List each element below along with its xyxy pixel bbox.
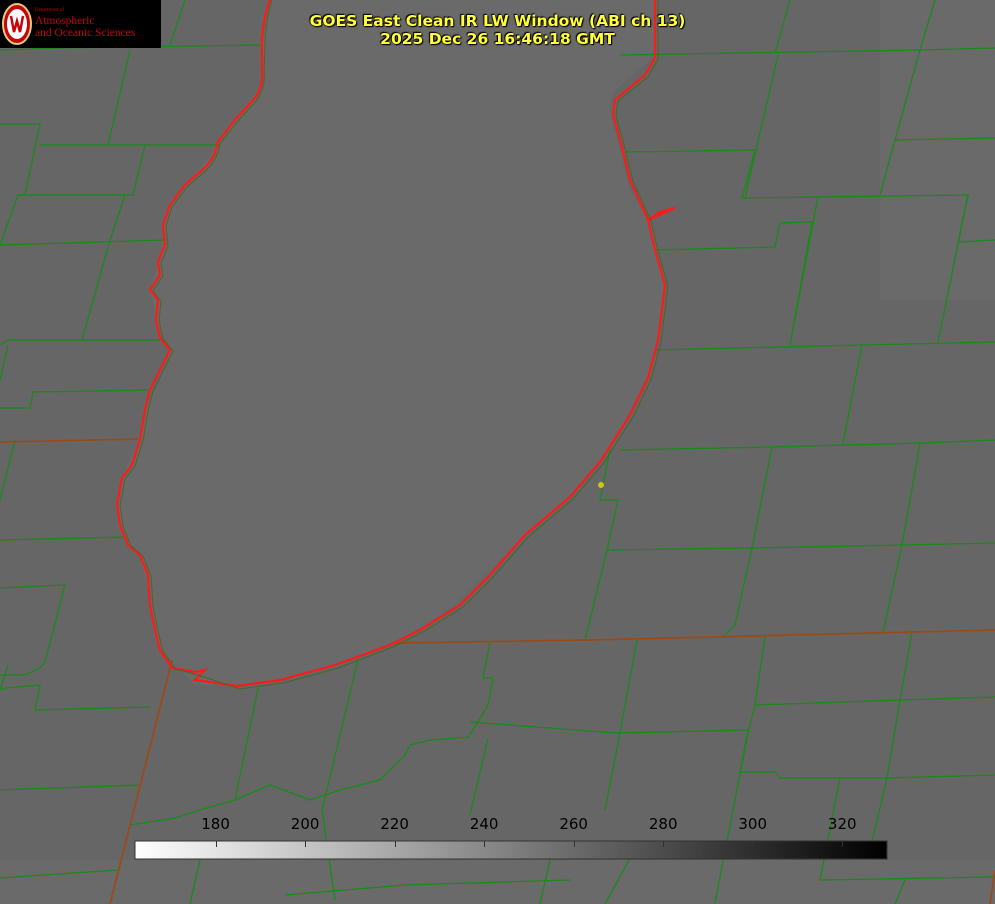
colorbar-tick-mark (574, 841, 575, 847)
colorbar-tick-mark (663, 841, 664, 847)
image-title: GOES East Clean IR LW Window (ABI ch 13) (309, 12, 686, 30)
colorbar-tick-label: 260 (559, 815, 588, 833)
colorbar-tick-mark (216, 841, 217, 847)
colorbar-tick-label: 300 (738, 815, 768, 833)
satellite-map (0, 0, 995, 904)
colorbar-tick-label: 180 (201, 815, 230, 833)
colorbar-tick-mark (395, 841, 396, 847)
colorbar-tick-mark (305, 841, 306, 847)
colorbar-tick-label: 220 (380, 815, 409, 833)
colorbar-tick-label: 200 (290, 815, 320, 833)
colorbar-tick-label: 280 (648, 815, 678, 833)
colorbar-tick-label: 320 (827, 815, 857, 833)
image-timestamp: 2025 Dec 26 16:46:18 GMT (380, 30, 615, 48)
colorbar-tick-label: 240 (469, 815, 499, 833)
city-marker-icon (598, 482, 604, 488)
colorbar-tick-mark (753, 841, 754, 847)
colorbar-tick-mark (842, 841, 843, 847)
colorbar-gradient (134, 840, 888, 860)
colorbar-tick-mark (484, 841, 485, 847)
